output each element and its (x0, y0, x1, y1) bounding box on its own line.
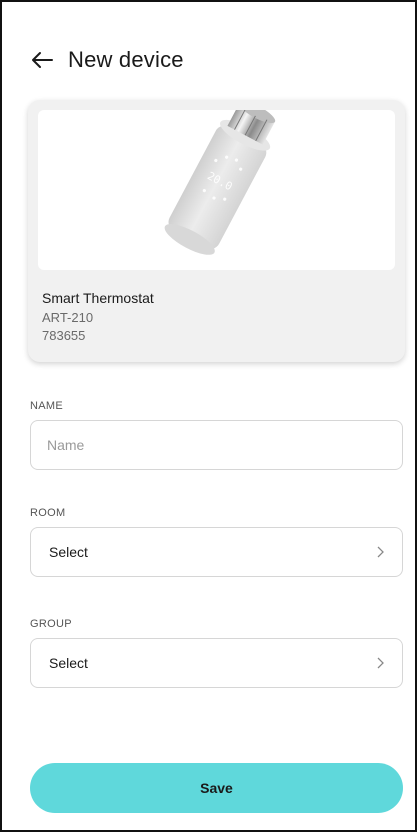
group-label: GROUP (30, 618, 72, 630)
header: New device (30, 44, 184, 76)
device-model: ART-210 (42, 310, 94, 325)
smart-thermostat-image: 20.0 (38, 110, 395, 270)
device-name: Smart Thermostat (42, 290, 154, 306)
name-input[interactable] (30, 420, 403, 470)
chevron-right-icon (376, 656, 386, 670)
group-select-value: Select (49, 655, 88, 671)
room-select[interactable]: Select (30, 527, 403, 577)
room-label: ROOM (30, 507, 66, 519)
name-label: NAME (30, 400, 63, 412)
device-serial: 783655 (42, 328, 86, 343)
chevron-right-icon (376, 545, 386, 559)
page-title: New device (68, 47, 184, 72)
arrow-left-icon[interactable] (30, 49, 56, 71)
device-card: 20.0 Smart Thermostat ART-210 783655 (28, 100, 405, 362)
group-select[interactable]: Select (30, 638, 403, 688)
room-select-value: Select (49, 544, 88, 560)
save-button[interactable]: Save (30, 763, 403, 813)
